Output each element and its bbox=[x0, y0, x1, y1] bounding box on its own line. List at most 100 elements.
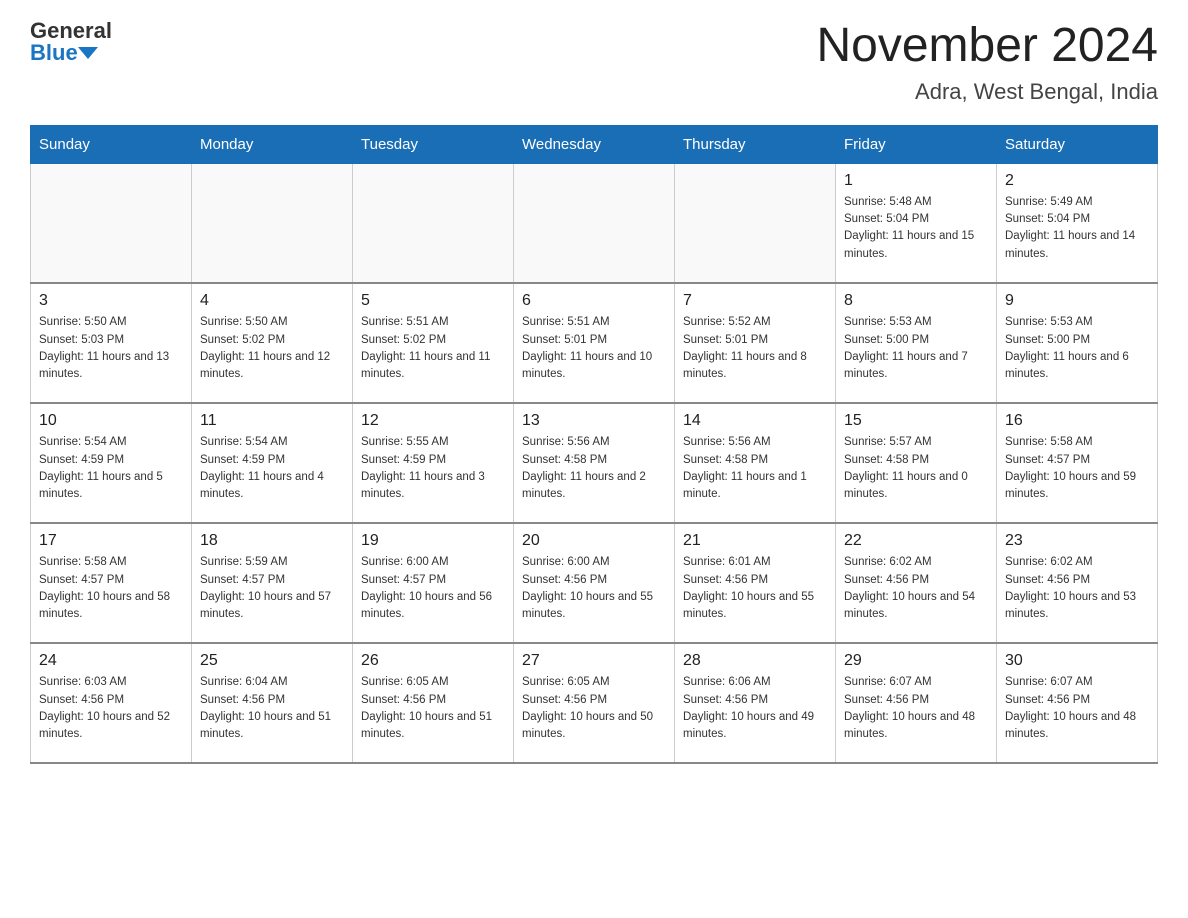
calendar-cell: 30 Sunrise: 6:07 AMSunset: 4:56 PMDayligh… bbox=[997, 643, 1158, 763]
calendar-cell: 29Sunrise: 6:07 AMSunset: 4:56 PMDayligh… bbox=[836, 643, 997, 763]
logo-blue-text: Blue bbox=[30, 42, 94, 64]
day-info: Sunrise: 6:05 AMSunset: 4:56 PMDaylight:… bbox=[522, 674, 666, 743]
day-number: 11 bbox=[200, 412, 344, 430]
day-number: 30 bbox=[1005, 652, 1149, 670]
weekday-header-row: Sunday Monday Tuesday Wednesday Thursday… bbox=[31, 125, 1158, 163]
calendar-cell: 5Sunrise: 5:51 AMSunset: 5:02 PMDaylight… bbox=[353, 283, 514, 403]
calendar-cell: 18Sunrise: 5:59 AMSunset: 4:57 PMDayligh… bbox=[192, 523, 353, 643]
day-info: Sunrise: 5:53 AMSunset: 5:00 PMDaylight:… bbox=[844, 314, 988, 383]
header-wednesday: Wednesday bbox=[514, 125, 675, 163]
calendar-cell: 11 Sunrise: 5:54 AMSunset: 4:59 PMDayligh… bbox=[192, 403, 353, 523]
calendar-cell: 8 Sunrise: 5:53 AMSunset: 5:00 PMDaylight… bbox=[836, 283, 997, 403]
day-info: Sunrise: 5:56 AMSunset: 4:58 PMDaylight:… bbox=[522, 434, 666, 503]
day-number: 17 bbox=[39, 532, 183, 550]
day-number: 3 bbox=[39, 292, 183, 310]
day-info: Sunrise: 5:59 AMSunset: 4:57 PMDaylight:… bbox=[200, 554, 344, 623]
logo: General Blue bbox=[30, 20, 112, 64]
calendar-header: Sunday Monday Tuesday Wednesday Thursday… bbox=[31, 125, 1158, 163]
calendar-title: November 2024 bbox=[816, 20, 1158, 73]
calendar-cell: 19 Sunrise: 6:00 AMSunset: 4:57 PMDayligh… bbox=[353, 523, 514, 643]
day-info: Sunrise: 5:50 AMSunset: 5:02 PMDaylight:… bbox=[200, 314, 344, 383]
header-sunday: Sunday bbox=[31, 125, 192, 163]
day-info: Sunrise: 6:00 AMSunset: 4:57 PMDaylight:… bbox=[361, 554, 505, 623]
calendar-cell bbox=[353, 163, 514, 283]
calendar-cell bbox=[514, 163, 675, 283]
calendar-cell: 25 Sunrise: 6:04 AMSunset: 4:56 PMDayligh… bbox=[192, 643, 353, 763]
calendar-cell: 28 Sunrise: 6:06 AMSunset: 4:56 PMDayligh… bbox=[675, 643, 836, 763]
page-header: General Blue November 2024 Adra, West Be… bbox=[30, 20, 1158, 105]
day-number: 24 bbox=[39, 652, 183, 670]
day-info: Sunrise: 5:55 AMSunset: 4:59 PMDaylight:… bbox=[361, 434, 505, 503]
calendar-cell: 13 Sunrise: 5:56 AMSunset: 4:58 PMDayligh… bbox=[514, 403, 675, 523]
calendar-table: Sunday Monday Tuesday Wednesday Thursday… bbox=[30, 125, 1158, 765]
day-info: Sunrise: 6:02 AMSunset: 4:56 PMDaylight:… bbox=[844, 554, 988, 623]
day-info: Sunrise: 5:51 AMSunset: 5:01 PMDaylight:… bbox=[522, 314, 666, 383]
day-number: 26 bbox=[361, 652, 505, 670]
calendar-cell: 27 Sunrise: 6:05 AMSunset: 4:56 PMDayligh… bbox=[514, 643, 675, 763]
header-tuesday: Tuesday bbox=[353, 125, 514, 163]
day-number: 8 bbox=[844, 292, 988, 310]
calendar-cell: 9Sunrise: 5:53 AMSunset: 5:00 PMDaylight… bbox=[997, 283, 1158, 403]
calendar-body: 1Sunrise: 5:48 AMSunset: 5:04 PMDaylight… bbox=[31, 163, 1158, 763]
day-number: 7 bbox=[683, 292, 827, 310]
logo-general-text: General bbox=[30, 20, 112, 42]
calendar-cell: 4Sunrise: 5:50 AMSunset: 5:02 PMDaylight… bbox=[192, 283, 353, 403]
day-number: 23 bbox=[1005, 532, 1149, 550]
calendar-cell: 14 Sunrise: 5:56 AMSunset: 4:58 PMDayligh… bbox=[675, 403, 836, 523]
day-number: 14 bbox=[683, 412, 827, 430]
calendar-cell bbox=[675, 163, 836, 283]
day-info: Sunrise: 5:58 AMSunset: 4:57 PMDaylight:… bbox=[1005, 434, 1149, 503]
header-thursday: Thursday bbox=[675, 125, 836, 163]
day-info: Sunrise: 5:54 AMSunset: 4:59 PMDaylight:… bbox=[39, 434, 183, 503]
day-info: Sunrise: 6:01 AMSunset: 4:56 PMDaylight:… bbox=[683, 554, 827, 623]
day-number: 28 bbox=[683, 652, 827, 670]
day-info: Sunrise: 6:07 AMSunset: 4:56 PMDaylight:… bbox=[1005, 674, 1149, 743]
calendar-week-row: 24Sunrise: 6:03 AMSunset: 4:56 PMDayligh… bbox=[31, 643, 1158, 763]
day-number: 21 bbox=[683, 532, 827, 550]
header-friday: Friday bbox=[836, 125, 997, 163]
day-info: Sunrise: 5:49 AMSunset: 5:04 PMDaylight:… bbox=[1005, 194, 1149, 263]
calendar-cell: 6 Sunrise: 5:51 AMSunset: 5:01 PMDaylight… bbox=[514, 283, 675, 403]
day-number: 27 bbox=[522, 652, 666, 670]
calendar-cell: 7Sunrise: 5:52 AMSunset: 5:01 PMDaylight… bbox=[675, 283, 836, 403]
day-number: 1 bbox=[844, 172, 988, 190]
day-info: Sunrise: 6:00 AMSunset: 4:56 PMDaylight:… bbox=[522, 554, 666, 623]
day-info: Sunrise: 6:06 AMSunset: 4:56 PMDaylight:… bbox=[683, 674, 827, 743]
day-number: 6 bbox=[522, 292, 666, 310]
calendar-week-row: 17 Sunrise: 5:58 AMSunset: 4:57 PMDayligh… bbox=[31, 523, 1158, 643]
calendar-cell: 22Sunrise: 6:02 AMSunset: 4:56 PMDayligh… bbox=[836, 523, 997, 643]
day-info: Sunrise: 5:50 AMSunset: 5:03 PMDaylight:… bbox=[39, 314, 183, 383]
calendar-cell: 10 Sunrise: 5:54 AMSunset: 4:59 PMDayligh… bbox=[31, 403, 192, 523]
calendar-week-row: 3 Sunrise: 5:50 AMSunset: 5:03 PMDaylight… bbox=[31, 283, 1158, 403]
day-info: Sunrise: 5:54 AMSunset: 4:59 PMDaylight:… bbox=[200, 434, 344, 503]
calendar-cell: 20 Sunrise: 6:00 AMSunset: 4:56 PMDayligh… bbox=[514, 523, 675, 643]
day-info: Sunrise: 5:58 AMSunset: 4:57 PMDaylight:… bbox=[39, 554, 183, 623]
calendar-cell: 23 Sunrise: 6:02 AMSunset: 4:56 PMDayligh… bbox=[997, 523, 1158, 643]
day-number: 19 bbox=[361, 532, 505, 550]
calendar-location: Adra, West Bengal, India bbox=[816, 79, 1158, 105]
day-number: 13 bbox=[522, 412, 666, 430]
calendar-cell: 3 Sunrise: 5:50 AMSunset: 5:03 PMDaylight… bbox=[31, 283, 192, 403]
day-info: Sunrise: 6:04 AMSunset: 4:56 PMDaylight:… bbox=[200, 674, 344, 743]
day-number: 15 bbox=[844, 412, 988, 430]
day-info: Sunrise: 5:51 AMSunset: 5:02 PMDaylight:… bbox=[361, 314, 505, 383]
calendar-cell: 26Sunrise: 6:05 AMSunset: 4:56 PMDayligh… bbox=[353, 643, 514, 763]
day-number: 25 bbox=[200, 652, 344, 670]
day-number: 9 bbox=[1005, 292, 1149, 310]
day-number: 2 bbox=[1005, 172, 1149, 190]
calendar-cell: 1Sunrise: 5:48 AMSunset: 5:04 PMDaylight… bbox=[836, 163, 997, 283]
day-number: 12 bbox=[361, 412, 505, 430]
header-saturday: Saturday bbox=[997, 125, 1158, 163]
calendar-cell: 24Sunrise: 6:03 AMSunset: 4:56 PMDayligh… bbox=[31, 643, 192, 763]
calendar-week-row: 10 Sunrise: 5:54 AMSunset: 4:59 PMDayligh… bbox=[31, 403, 1158, 523]
calendar-cell bbox=[192, 163, 353, 283]
day-info: Sunrise: 6:02 AMSunset: 4:56 PMDaylight:… bbox=[1005, 554, 1149, 623]
calendar-cell: 21 Sunrise: 6:01 AMSunset: 4:56 PMDayligh… bbox=[675, 523, 836, 643]
day-number: 29 bbox=[844, 652, 988, 670]
day-number: 20 bbox=[522, 532, 666, 550]
header-monday: Monday bbox=[192, 125, 353, 163]
calendar-cell: 12 Sunrise: 5:55 AMSunset: 4:59 PMDayligh… bbox=[353, 403, 514, 523]
day-number: 10 bbox=[39, 412, 183, 430]
calendar-cell bbox=[31, 163, 192, 283]
day-info: Sunrise: 5:56 AMSunset: 4:58 PMDaylight:… bbox=[683, 434, 827, 503]
